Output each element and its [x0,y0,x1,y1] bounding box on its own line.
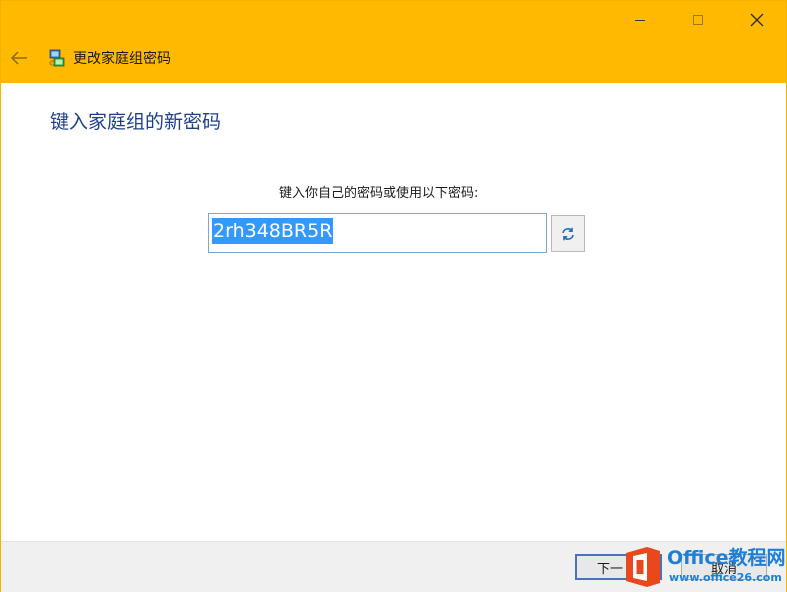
back-arrow-icon [10,51,27,65]
maximize-icon [693,15,703,25]
watermark-brand: Office教程网 [667,547,786,569]
title-bar: 更改家庭组密码 [1,1,786,83]
content-area: 键入家庭组的新密码 键入你自己的密码或使用以下密码: 2rh348BR5R [1,83,786,541]
generate-password-button[interactable] [551,215,585,252]
password-prompt-label: 键入你自己的密码或使用以下密码: [279,186,479,201]
page-heading: 键入家庭组的新密码 [50,111,222,133]
close-button[interactable] [728,1,786,39]
password-value-selected: 2rh348BR5R [212,218,334,244]
back-button[interactable] [5,45,33,71]
homegroup-password-window: 更改家庭组密码 键入家庭组的新密码 键入你自己的密码或使用以下密码: 2rh34… [0,0,787,592]
window-title: 更改家庭组密码 [73,51,171,67]
watermark: Office教程网 www.office26.com [623,545,786,589]
watermark-url: www.office26.com [669,571,782,584]
maximize-button[interactable] [669,1,727,39]
refresh-icon [562,227,574,240]
minimize-icon [635,19,645,21]
close-icon [750,13,764,27]
password-input[interactable]: 2rh348BR5R [208,213,547,253]
minimize-button[interactable] [611,1,669,39]
homegroup-icon [49,49,65,67]
office-logo-icon [626,547,660,587]
